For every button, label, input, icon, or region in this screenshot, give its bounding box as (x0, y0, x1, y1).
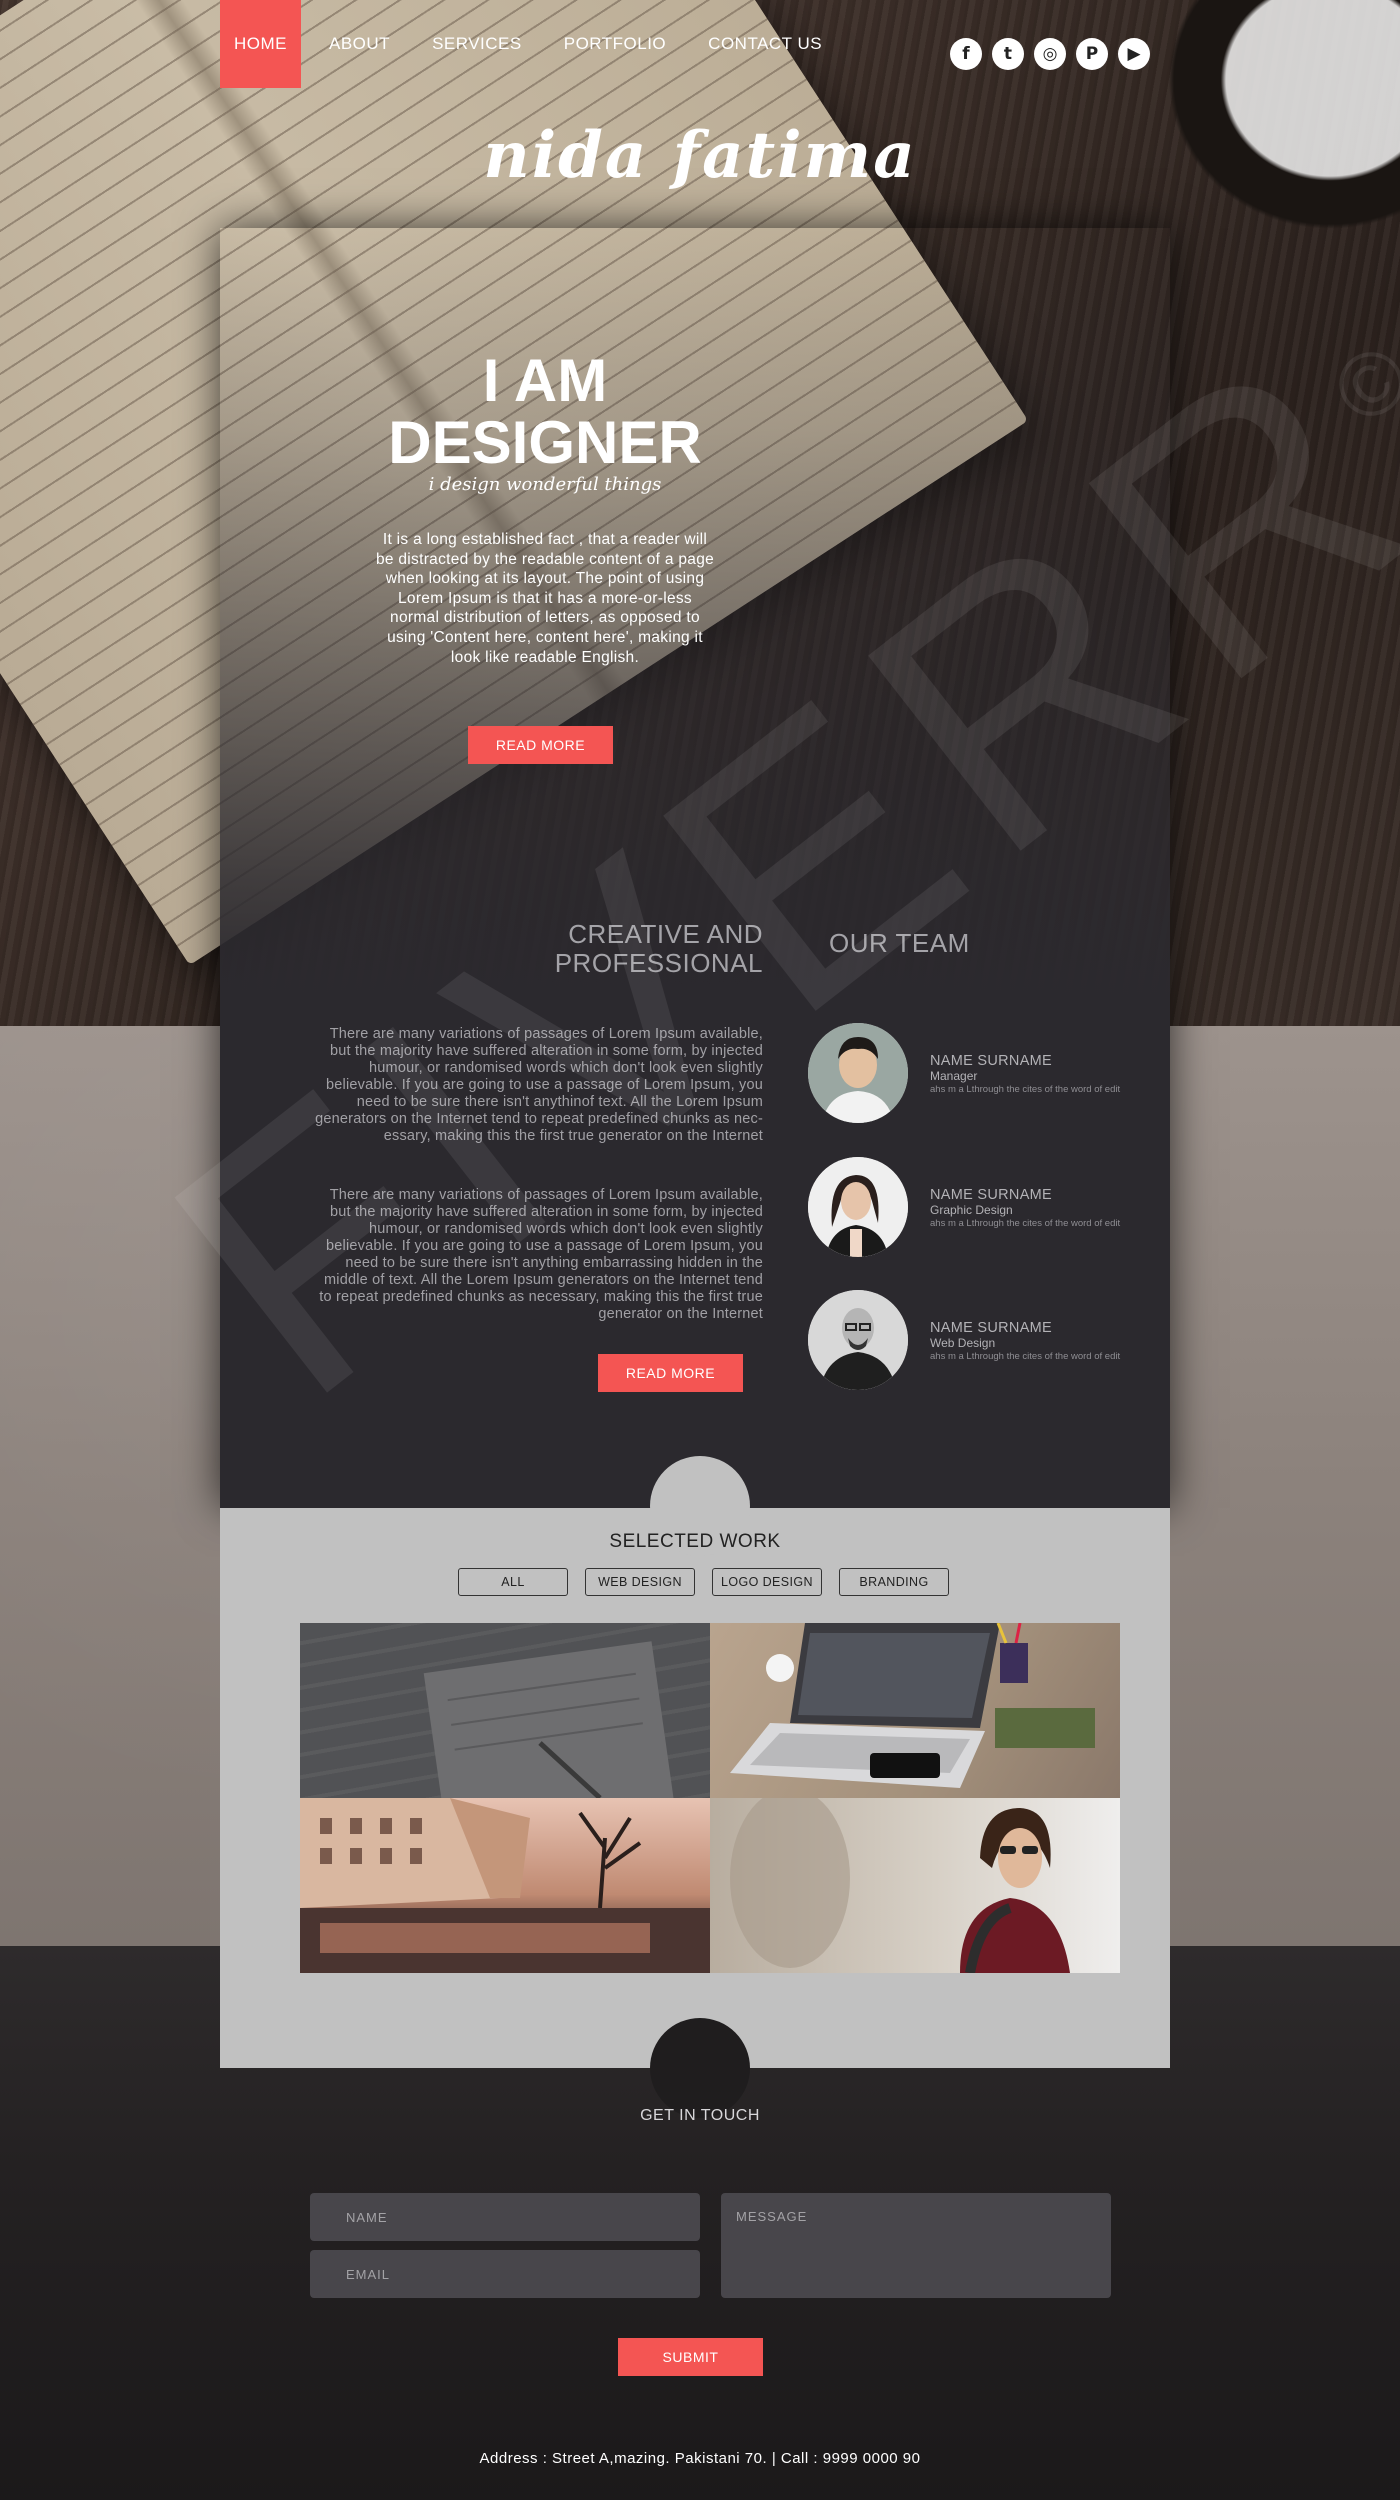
nav-portfolio[interactable]: PORTFOLIO (550, 0, 680, 88)
pinterest-icon[interactable]: P (1076, 38, 1108, 70)
about-paragraph-1: There are many variations of passages of… (315, 1026, 763, 1144)
nav-home[interactable]: HOME (220, 0, 301, 88)
filter-all[interactable]: ALL (458, 1568, 568, 1596)
about-paragraph-2: There are many variations of passages of… (319, 1187, 763, 1322)
team-heading: OUR TEAM (829, 928, 970, 958)
hero-tagline: i design wonderful things (428, 474, 662, 495)
about-read-more-button[interactable]: READ MORE (598, 1354, 743, 1392)
team-member-desc: ahs m a Lthrough the cites of the word o… (930, 1218, 1121, 1229)
about-heading-line2: PROFESSIONAL (554, 948, 763, 978)
team-member: NAME SURNAME Web Design ahs m a Lthrough… (808, 1290, 1148, 1390)
hero-description: It is a long established fact , that a r… (375, 531, 715, 666)
avatar (808, 1023, 908, 1123)
portfolio-item-city-street[interactable] (300, 1798, 710, 1973)
main-nav: HOME ABOUT SERVICES PORTFOLIO CONTACT US (220, 0, 850, 88)
submit-button[interactable]: SUBMIT (618, 2338, 763, 2376)
team-member: NAME SURNAME Manager ahs m a Lthrough th… (808, 1023, 1148, 1123)
main-panel: I AM DESIGNER i design wonderful things … (220, 228, 1170, 1508)
portfolio-item-woman-portrait[interactable] (710, 1798, 1120, 1973)
contact-title: GET IN TOUCH (640, 2107, 760, 2124)
instagram-icon[interactable]: ◎ (1034, 38, 1066, 70)
hero-title-line1: I AM (482, 347, 608, 414)
avatar (808, 1290, 908, 1390)
social-links: f t ◎ P ▶ (950, 38, 1150, 70)
team-member-name: NAME SURNAME (930, 1320, 1053, 1336)
nav-about[interactable]: ABOUT (315, 0, 404, 88)
team-member-role: Graphic Design (930, 1203, 1013, 1217)
youtube-icon[interactable]: ▶ (1118, 38, 1150, 70)
selected-work-section: SELECTED WORK ALL WEB DESIGN LOGO DESIGN… (220, 1456, 1170, 2118)
team-member-role: Manager (930, 1069, 978, 1083)
filter-logo-design[interactable]: LOGO DESIGN (712, 1568, 822, 1596)
footer-contact-info: Address : Street A,mazing. Pakistani 70.… (479, 2450, 921, 2467)
team-member-desc: ahs m a Lthrough the cites of the word o… (930, 1084, 1121, 1095)
hero-title-line2: DESIGNER (388, 409, 702, 476)
avatar (808, 1157, 908, 1257)
nav-services[interactable]: SERVICES (418, 0, 536, 88)
team-member-name: NAME SURNAME (930, 1053, 1053, 1069)
name-field[interactable] (310, 2193, 700, 2241)
email-field[interactable] (310, 2250, 700, 2298)
hero-title: I AM DESIGNER (220, 350, 870, 474)
filter-branding[interactable]: BRANDING (839, 1568, 949, 1596)
nav-contact[interactable]: CONTACT US (694, 0, 836, 88)
message-field[interactable] (721, 2193, 1111, 2298)
hero-read-more-button[interactable]: READ MORE (468, 726, 613, 764)
portfolio-item-laptop-notebook[interactable] (300, 1623, 710, 1798)
team-member: NAME SURNAME Graphic Design ahs m a Lthr… (808, 1157, 1148, 1257)
facebook-icon[interactable]: f (950, 38, 982, 70)
site-logo[interactable]: nida fatima (0, 118, 1400, 193)
work-filters: ALL WEB DESIGN LOGO DESIGN BRANDING (458, 1568, 949, 1596)
section-notch-bottom (650, 2018, 750, 2118)
filter-web-design[interactable]: WEB DESIGN (585, 1568, 695, 1596)
team-member-desc: ahs m a Lthrough the cites of the word o… (930, 1351, 1121, 1362)
selected-work-title: SELECTED WORK (609, 1531, 781, 1552)
portfolio-gallery (300, 1623, 1120, 1973)
team-member-role: Web Design (930, 1336, 996, 1350)
twitter-icon[interactable]: t (992, 38, 1024, 70)
about-heading-line1: CREATIVE AND (568, 919, 763, 949)
portfolio-item-desk-workspace[interactable] (710, 1623, 1120, 1798)
team-member-name: NAME SURNAME (930, 1187, 1053, 1203)
about-heading: CREATIVE AND PROFESSIONAL (470, 920, 763, 978)
